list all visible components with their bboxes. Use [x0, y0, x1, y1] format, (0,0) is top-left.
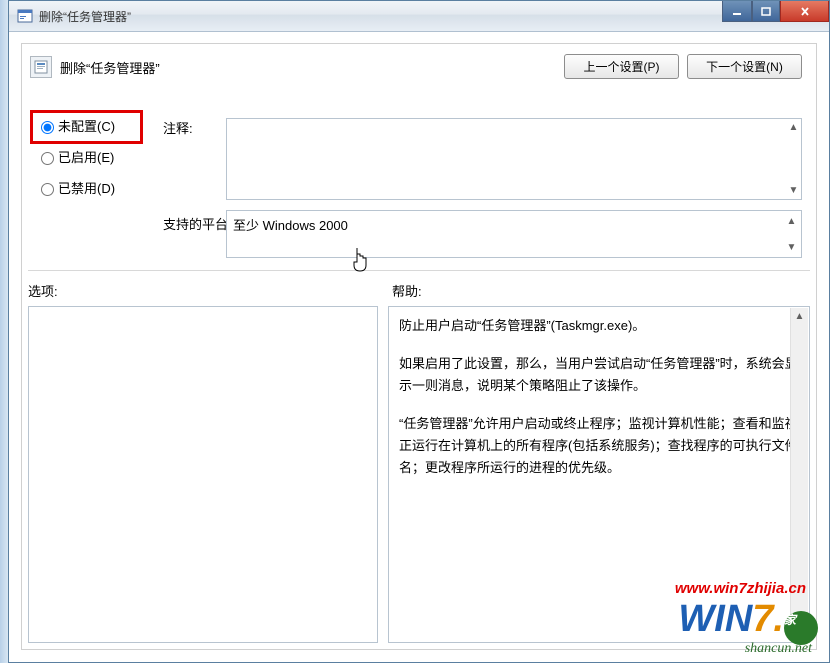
app-icon — [17, 8, 33, 24]
scroll-up-icon[interactable]: ▲ — [786, 119, 801, 135]
help-label: 帮助: — [392, 281, 422, 300]
scroll-down-icon[interactable]: ▼ — [786, 182, 801, 198]
watermark-logo: WIN7.家 — [678, 598, 818, 645]
radio-not-configured-label: 未配置(C) — [58, 116, 115, 135]
dialog-body: 删除“任务管理器” 上一个设置(P) 下一个设置(N) 未配置(C) 已启用(E… — [21, 43, 817, 650]
next-setting-button[interactable]: 下一个设置(N) — [687, 54, 802, 79]
platform-value: 至少 Windows 2000 — [233, 218, 348, 233]
platform-textarea[interactable]: 至少 Windows 2000 ▲ ▼ — [226, 210, 802, 258]
platform-label: 支持的平台: — [163, 214, 232, 233]
radio-enabled-input[interactable] — [41, 152, 54, 165]
scroll-up-icon[interactable]: ▲ — [784, 213, 799, 229]
prev-setting-button[interactable]: 上一个设置(P) — [564, 54, 679, 79]
comment-textarea[interactable] — [226, 118, 802, 200]
help-p1: 防止用户启动“任务管理器”(Taskmgr.exe)。 — [399, 315, 799, 337]
policy-icon — [30, 56, 52, 78]
close-button[interactable] — [780, 1, 829, 22]
divider — [28, 270, 810, 271]
watermark-domain: shancun.net — [745, 641, 812, 657]
radio-disabled[interactable]: 已禁用(D) — [36, 178, 115, 197]
maximize-button[interactable] — [752, 1, 780, 22]
options-label: 选项: — [28, 281, 58, 300]
options-panel — [28, 306, 378, 643]
minimize-button[interactable] — [722, 1, 752, 22]
radio-not-configured[interactable]: 未配置(C) — [36, 116, 115, 135]
titlebar[interactable]: 删除“任务管理器” — [9, 1, 829, 32]
comment-label: 注释: — [163, 118, 193, 137]
radio-disabled-input[interactable] — [41, 183, 54, 196]
dialog-window: 删除“任务管理器” 删除“任务管理器” 上一个设置(P) 下一个设置(N) 未配… — [8, 0, 830, 663]
window-title: 删除“任务管理器” — [39, 8, 131, 25]
radio-enabled[interactable]: 已启用(E) — [36, 147, 115, 166]
help-p3: “任务管理器”允许用户启动或终止程序；监视计算机性能；查看和监视正运行在计算机上… — [399, 413, 799, 479]
scroll-up-icon[interactable]: ▲ — [791, 308, 808, 325]
scroll-down-icon[interactable]: ▼ — [784, 239, 799, 255]
help-p2: 如果启用了此设置，那么，当用户尝试启动“任务管理器”时，系统会显示一则消息，说明… — [399, 353, 799, 397]
policy-title: 删除“任务管理器” — [60, 58, 160, 77]
watermark-url: www.win7zhijia.cn — [675, 580, 806, 597]
desktop-background — [0, 0, 8, 663]
radio-not-configured-input[interactable] — [41, 121, 54, 134]
radio-enabled-label: 已启用(E) — [58, 147, 114, 166]
radio-disabled-label: 已禁用(D) — [58, 178, 115, 197]
